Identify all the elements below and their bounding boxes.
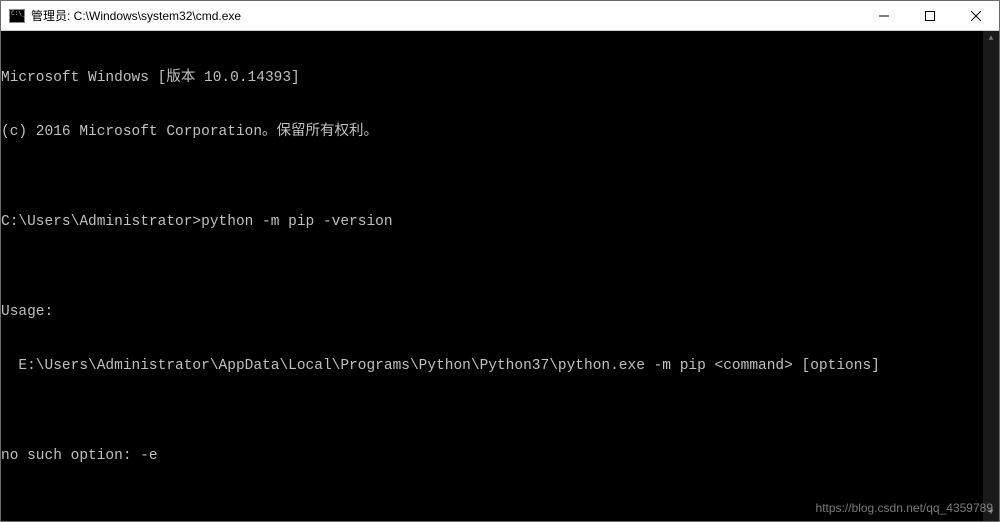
scroll-up-arrow-icon[interactable]: ▲ [983, 31, 999, 47]
scrollbar[interactable]: ▲ ▼ [983, 31, 999, 521]
terminal-line: no such option: -e [1, 447, 999, 465]
terminal-line: E:\Users\Administrator\AppData\Local\Pro… [1, 357, 999, 375]
scroll-down-arrow-icon[interactable]: ▼ [983, 505, 999, 521]
close-button[interactable] [953, 1, 999, 30]
maximize-icon [925, 11, 935, 21]
maximize-button[interactable] [907, 1, 953, 30]
window-title: 管理员: C:\Windows\system32\cmd.exe [31, 7, 241, 24]
terminal-output[interactable]: Microsoft Windows [版本 10.0.14393] (c) 20… [1, 31, 999, 521]
window-controls [861, 1, 999, 30]
terminal-line: Microsoft Windows [版本 10.0.14393] [1, 69, 999, 87]
cmd-icon [9, 9, 25, 23]
watermark: https://blog.csdn.net/qq_4359789 [816, 499, 993, 517]
minimize-icon [879, 11, 889, 21]
terminal-line: (c) 2016 Microsoft Corporation。保留所有权利。 [1, 123, 999, 141]
terminal-line: C:\Users\Administrator>python -m pip -ve… [1, 213, 999, 231]
close-icon [971, 11, 981, 21]
minimize-button[interactable] [861, 1, 907, 30]
scroll-track[interactable] [983, 47, 999, 505]
terminal-line: Usage: [1, 303, 999, 321]
terminal-window: 管理员: C:\Windows\system32\cmd.exe Microso… [0, 0, 1000, 522]
titlebar: 管理员: C:\Windows\system32\cmd.exe [1, 1, 999, 31]
